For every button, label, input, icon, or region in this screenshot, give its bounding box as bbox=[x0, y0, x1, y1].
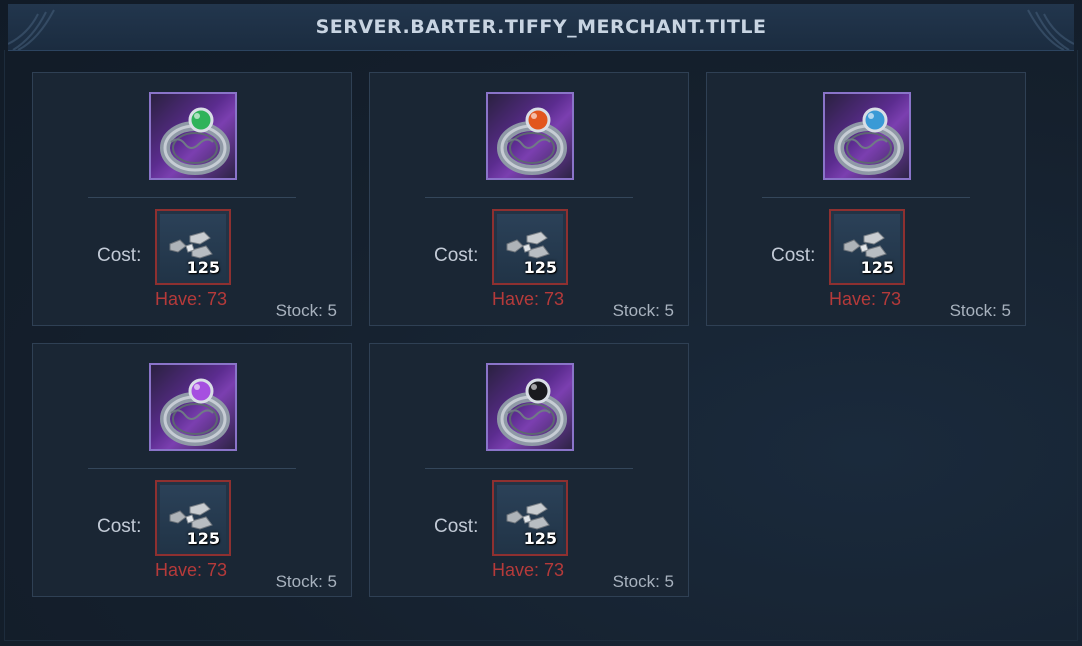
ring-flame-orange-gem-icon[interactable] bbox=[486, 92, 574, 180]
divider bbox=[88, 468, 296, 469]
stock-count: Stock: 5 bbox=[275, 301, 337, 320]
barter-item-card[interactable]: Cost: 125 Have: 73 Stock: 5 bbox=[706, 72, 1026, 326]
divider bbox=[88, 197, 296, 198]
stock-count: Stock: 5 bbox=[612, 301, 674, 320]
barter-item-card[interactable]: Cost: 125 Have: 73 Stock: 5 bbox=[32, 343, 352, 597]
divider bbox=[762, 197, 970, 198]
window-title: SERVER.BARTER.TIFFY_MERCHANT.TITLE bbox=[315, 16, 767, 38]
cost-label: Cost: bbox=[434, 516, 479, 537]
have-count: Have: 73 bbox=[155, 560, 228, 580]
cost-quantity: 125 bbox=[523, 529, 557, 548]
have-count: Have: 73 bbox=[492, 560, 565, 580]
ring-black-gem-icon[interactable] bbox=[486, 363, 574, 451]
stock-count: Stock: 5 bbox=[612, 572, 674, 591]
barter-item-card[interactable]: Cost: 125 Have: 73 Stock: 5 bbox=[369, 72, 689, 326]
ornament-right-icon bbox=[1027, 9, 1074, 50]
have-count: Have: 73 bbox=[155, 289, 228, 309]
barter-item-card[interactable]: Cost: 125 Have: 73 Stock: 5 bbox=[32, 72, 352, 326]
divider bbox=[425, 197, 633, 198]
cost-slot[interactable]: 125 bbox=[829, 209, 905, 285]
cost-quantity: 125 bbox=[523, 258, 557, 277]
ring-winged-green-gem-icon[interactable] bbox=[149, 92, 237, 180]
cost-label: Cost: bbox=[771, 245, 816, 266]
have-count: Have: 73 bbox=[829, 289, 902, 309]
have-count: Have: 73 bbox=[492, 289, 565, 309]
cost-quantity: 125 bbox=[860, 258, 894, 277]
cost-slot[interactable]: 125 bbox=[492, 209, 568, 285]
stock-count: Stock: 5 bbox=[275, 572, 337, 591]
cost-label: Cost: bbox=[97, 245, 142, 266]
cost-slot[interactable]: 125 bbox=[155, 209, 231, 285]
cost-quantity: 125 bbox=[186, 258, 220, 277]
barter-merchant-window: SERVER.BARTER.TIFFY_MERCHANT.TITLE Cost: bbox=[0, 0, 1082, 646]
cost-quantity: 125 bbox=[186, 529, 220, 548]
stock-count: Stock: 5 bbox=[949, 301, 1011, 320]
barter-item-card[interactable]: Cost: 125 Have: 73 Stock: 5 bbox=[369, 343, 689, 597]
ring-blue-gem-icon[interactable] bbox=[823, 92, 911, 180]
cost-slot[interactable]: 125 bbox=[155, 480, 231, 556]
cost-label: Cost: bbox=[434, 245, 479, 266]
divider bbox=[425, 468, 633, 469]
title-bar: SERVER.BARTER.TIFFY_MERCHANT.TITLE bbox=[8, 4, 1074, 51]
cost-label: Cost: bbox=[97, 516, 142, 537]
ring-purple-gem-icon[interactable] bbox=[149, 363, 237, 451]
cost-slot[interactable]: 125 bbox=[492, 480, 568, 556]
